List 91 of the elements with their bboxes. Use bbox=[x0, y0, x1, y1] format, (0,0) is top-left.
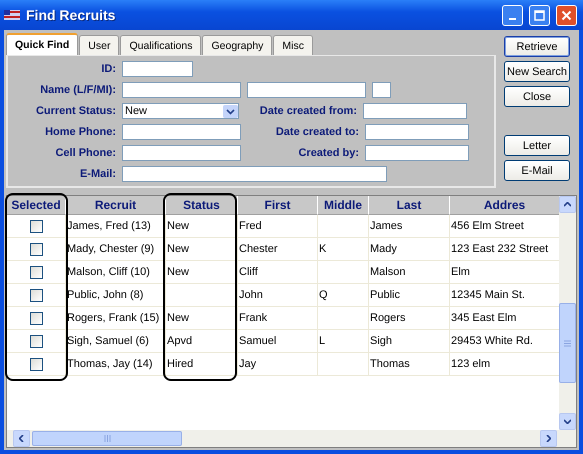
table-cell: K bbox=[318, 238, 369, 261]
checkbox[interactable] bbox=[30, 312, 42, 324]
close-icon bbox=[561, 10, 572, 20]
table-cell: Mady, Chester (9) bbox=[66, 238, 166, 261]
field-label: Home Phone: bbox=[44, 126, 116, 138]
minimize-button[interactable] bbox=[502, 4, 523, 26]
table-cell: Malson bbox=[369, 261, 450, 284]
table-cell: Samuel bbox=[238, 330, 318, 353]
table-cell: L bbox=[318, 330, 369, 353]
email-field[interactable] bbox=[122, 166, 387, 182]
close-button[interactable] bbox=[556, 4, 577, 26]
table-cell: Jay bbox=[238, 353, 318, 376]
app-icon bbox=[4, 9, 20, 21]
tab[interactable]: User bbox=[79, 35, 120, 55]
field-label: Created by: bbox=[297, 147, 359, 159]
table-cell: Public bbox=[369, 284, 450, 307]
column-header[interactable]: Recruit bbox=[66, 196, 166, 215]
column-header[interactable]: Status bbox=[166, 196, 238, 215]
date-to-field[interactable] bbox=[365, 124, 469, 140]
vertical-scrollbar[interactable] bbox=[559, 196, 576, 430]
minimize-icon bbox=[509, 18, 516, 20]
created-by-field[interactable] bbox=[365, 145, 469, 161]
table-cell: New bbox=[166, 238, 238, 261]
action-button[interactable]: New Search bbox=[504, 61, 570, 82]
field-label: Current Status: bbox=[34, 105, 116, 117]
action-button[interactable]: Retrieve bbox=[504, 36, 570, 57]
field-label: Date created from: bbox=[258, 105, 357, 117]
table-cell: Fred bbox=[238, 215, 318, 238]
table-cell: New bbox=[166, 307, 238, 330]
table-cell bbox=[318, 215, 369, 238]
table-cell bbox=[318, 261, 369, 284]
cell-phone-field[interactable] bbox=[122, 145, 241, 161]
home-phone-field[interactable] bbox=[122, 124, 241, 140]
table-cell: Thomas bbox=[369, 353, 450, 376]
checkbox[interactable] bbox=[30, 242, 42, 256]
maximize-icon bbox=[534, 10, 545, 20]
tab[interactable]: Quick Find bbox=[6, 33, 78, 55]
scroll-thumb[interactable] bbox=[32, 431, 182, 446]
table-cell: Rogers bbox=[369, 307, 450, 330]
checkbox[interactable] bbox=[30, 358, 42, 370]
column-header[interactable]: Addres bbox=[450, 196, 559, 215]
action-button[interactable]: E-Mail bbox=[504, 160, 570, 181]
action-button[interactable]: Letter bbox=[504, 135, 570, 156]
checkbox[interactable] bbox=[30, 288, 42, 302]
table-cell: Frank bbox=[238, 307, 318, 330]
id-field[interactable] bbox=[122, 61, 193, 77]
table-cell: Public, John (8) bbox=[66, 284, 166, 307]
table-cell: Rogers, Frank (15) bbox=[66, 307, 166, 330]
table-cell bbox=[318, 353, 369, 376]
field-label: E-Mail: bbox=[78, 168, 116, 180]
table-cell: Apvd bbox=[166, 330, 238, 353]
table-cell: Mady bbox=[369, 238, 450, 261]
table-cell: Thomas, Jay (14) bbox=[66, 353, 166, 376]
field-label: Cell Phone: bbox=[54, 147, 116, 159]
table-cell: James bbox=[369, 215, 450, 238]
tab[interactable]: Misc bbox=[273, 35, 314, 55]
tab[interactable]: Geography bbox=[202, 35, 272, 55]
column-header[interactable]: First bbox=[238, 196, 318, 215]
middle-initial-field[interactable] bbox=[372, 82, 391, 98]
table-cell bbox=[166, 284, 238, 307]
table-cell: Hired bbox=[166, 353, 238, 376]
field-label: Date created to: bbox=[274, 126, 359, 138]
table-cell: New bbox=[166, 215, 238, 238]
action-button[interactable]: Close bbox=[504, 86, 570, 107]
table-cell: Sigh bbox=[369, 330, 450, 353]
field-label: Name (L/F/MI): bbox=[39, 84, 116, 96]
table-cell: New bbox=[166, 261, 238, 284]
field-label: ID: bbox=[100, 63, 116, 75]
tab[interactable]: Qualifications bbox=[120, 35, 202, 55]
table-cell: Q bbox=[318, 284, 369, 307]
checkbox[interactable] bbox=[30, 220, 42, 232]
column-header[interactable]: Middle bbox=[318, 196, 369, 215]
table-cell: Sigh, Samuel (6) bbox=[66, 330, 166, 353]
table-cell: John bbox=[238, 284, 318, 307]
date-from-field[interactable] bbox=[363, 103, 467, 119]
checkbox[interactable] bbox=[30, 334, 42, 348]
table-cell: Chester bbox=[238, 238, 318, 261]
last-name-field[interactable] bbox=[122, 82, 241, 98]
first-name-field[interactable] bbox=[247, 82, 366, 98]
checkbox[interactable] bbox=[30, 266, 42, 278]
column-header[interactable]: Selected bbox=[7, 196, 66, 215]
scroll-thumb[interactable] bbox=[559, 303, 576, 383]
status-dropdown[interactable]: New bbox=[122, 103, 239, 119]
table-cell: Malson, Cliff (10) bbox=[66, 261, 166, 284]
table-cell: Cliff bbox=[238, 261, 318, 284]
table-cell bbox=[318, 307, 369, 330]
maximize-button[interactable] bbox=[529, 4, 550, 26]
table-cell: James, Fred (13) bbox=[66, 215, 166, 238]
horizontal-scrollbar[interactable] bbox=[7, 430, 576, 447]
window-title: Find Recruits bbox=[26, 7, 116, 23]
column-header[interactable]: Last bbox=[369, 196, 450, 215]
